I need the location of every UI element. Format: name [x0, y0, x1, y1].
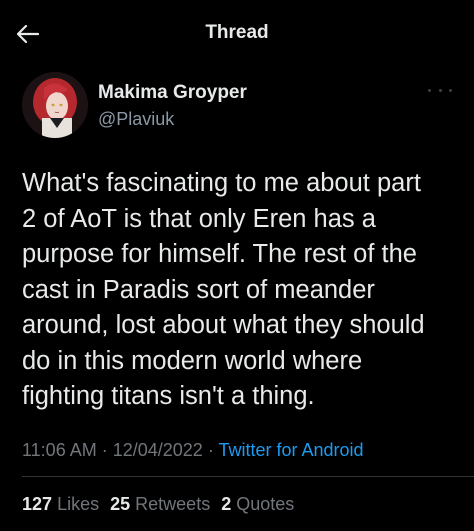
likes-stat[interactable]: 127 Likes	[22, 494, 99, 514]
meta-separator: ·	[96, 440, 113, 460]
more-horizontal-icon	[438, 88, 442, 92]
retweets-stat[interactable]: 25 Retweets	[110, 494, 210, 514]
likes-count: 127	[22, 494, 53, 514]
more-horizontal-icon	[428, 88, 431, 92]
page-title: Thread	[205, 22, 269, 43]
tweet-text-line: cast in Paradis sort of meander	[22, 275, 375, 304]
tweet-text-line: 2 of AoT is that only Eren has a	[22, 204, 376, 233]
tweet-meta: 11:06 AM · 12/04/2022 · Twitter for Andr…	[22, 440, 364, 461]
tweet-source-link[interactable]: Twitter for Android	[218, 440, 363, 460]
likes-label: Likes	[57, 494, 100, 514]
tweet-text-line: What's fascinating to me about part	[22, 169, 421, 197]
retweets-count: 25	[110, 494, 131, 514]
tweet-text-line: around, lost about what they should	[22, 311, 425, 339]
tweet-text: What's fascinating to me about part 2 of…	[22, 166, 462, 415]
more-options-button[interactable]	[428, 84, 452, 96]
tweet-text-line: purpose for himself. The rest of the	[22, 240, 417, 268]
more-horizontal-icon	[449, 88, 452, 92]
quotes-label: Quotes	[236, 494, 295, 514]
author-handle[interactable]: @Plaviuk	[98, 109, 174, 130]
tweet-date[interactable]: 12/04/2022	[113, 440, 203, 460]
top-bar: Thread	[0, 0, 474, 66]
engagement-stats: 127 Likes 25 Retweets 2 Quotes	[22, 494, 300, 515]
retweets-label: Retweets	[135, 494, 211, 514]
tweet-text-line: do in this modern world where	[22, 346, 363, 375]
quotes-count: 2	[221, 494, 232, 514]
meta-separator: ·	[202, 440, 219, 460]
avatar-image	[22, 72, 88, 138]
tweet-text-line: fighting titans isn't a thing.	[22, 382, 315, 410]
author-display-name[interactable]: Makima Groyper	[98, 82, 247, 104]
avatar[interactable]	[22, 72, 88, 138]
tweet-time[interactable]: 11:06 AM	[22, 440, 97, 460]
divider	[22, 476, 474, 477]
tweet-author: Makima Groyper @Plaviuk	[22, 72, 452, 138]
quotes-stat[interactable]: 2 Quotes	[221, 494, 294, 514]
